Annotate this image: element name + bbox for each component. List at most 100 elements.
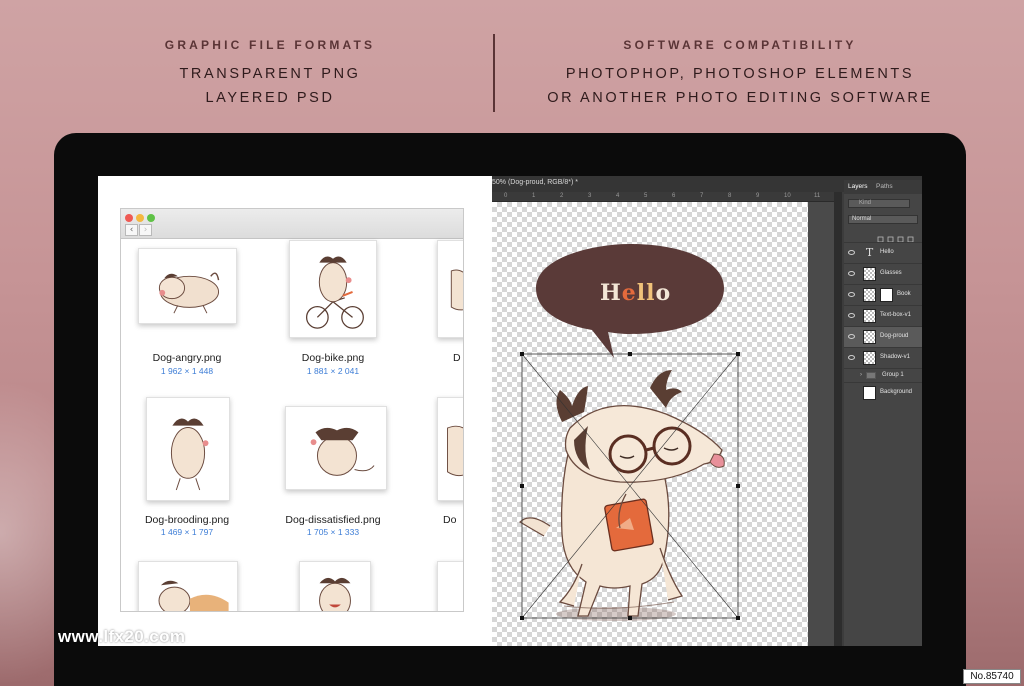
file-name: Dog-bike.png	[301, 352, 365, 364]
chevron-right-icon[interactable]: ›	[860, 372, 862, 378]
stock-number-badge: No.85740	[963, 669, 1021, 684]
layer-row-dog-proud[interactable]: Dog-proud	[844, 326, 922, 347]
chevron-left-icon: ‹	[129, 225, 134, 235]
dog-illustration-partial	[158, 580, 229, 611]
file-thumbnail-row3-3[interactable]	[437, 561, 463, 611]
eye-icon[interactable]	[848, 334, 855, 339]
graphic-formats-title: GRAPHIC FILE FORMATS	[164, 38, 376, 52]
software-line-2: OR ANOTHER PHOTO EDITING SOFTWARE	[547, 90, 933, 106]
layer-row-glasses[interactable]: Glasses	[844, 263, 922, 284]
dog-brooding-illustration	[170, 418, 209, 491]
layer-row-book[interactable]: Book	[844, 284, 922, 305]
layer-filter-label: Kind	[859, 200, 872, 206]
ruler-number: 10	[784, 193, 791, 199]
format-psd: LAYERED PSD	[205, 90, 335, 106]
folder-icon	[866, 372, 876, 379]
dog-proud-artwork: Hello	[519, 244, 740, 621]
back-button[interactable]: ‹	[125, 224, 138, 236]
speech-letter-h: H	[600, 280, 622, 306]
blend-mode-value: Normal	[852, 216, 872, 222]
file-dimensions: 1 962 × 1 448	[160, 366, 214, 376]
ruler-number: 8	[728, 193, 732, 199]
file-thumbnail-dog-angry[interactable]	[138, 248, 237, 324]
ruler-number: 5	[644, 193, 648, 199]
minimize-window-button[interactable]	[136, 214, 144, 222]
transparent-canvas[interactable]: Hello	[492, 202, 808, 646]
watermark: www.lfx20.com	[58, 627, 186, 646]
eye-icon[interactable]	[848, 355, 855, 360]
layer-name: Group 1	[882, 372, 904, 378]
layer-thumbnail	[863, 288, 876, 302]
ruler-number: 4	[616, 193, 620, 199]
close-window-button[interactable]	[125, 214, 133, 222]
speech-letter-e: e	[622, 280, 637, 306]
file-name: D	[453, 352, 461, 364]
layer-filter-input[interactable]: Kind	[848, 199, 910, 208]
lock-icons-row	[848, 229, 918, 243]
graphic-formats-section: GRAPHIC FILE FORMATS TRANSPARENT PNG LAY…	[130, 38, 410, 110]
software-compatibility-title: SOFTWARE COMPATIBILITY	[623, 38, 857, 52]
vertical-scrollbar[interactable]	[834, 192, 842, 646]
layer-name: Glasses	[880, 270, 902, 276]
speech-bubble-text: Hello	[600, 280, 671, 306]
file-thumbnail-dog-bike[interactable]	[289, 240, 377, 338]
file-name: Dog-dissatisfied.png	[285, 514, 381, 526]
ruler-number: 1	[532, 193, 536, 199]
software-line-1: PHOTOPHOP, PHOTOSHOP ELEMENTS	[565, 66, 915, 82]
zoom-window-button[interactable]	[147, 214, 155, 222]
layer-name: Book	[897, 291, 911, 297]
tab-paths[interactable]: Paths	[876, 183, 893, 190]
layer-row-shadow[interactable]: Shadow-v1	[844, 347, 922, 368]
eye-icon[interactable]	[848, 313, 855, 318]
speech-letter-ll: ll	[637, 280, 656, 306]
horizontal-ruler: 0 1 2 3 4 5 6 7 8 9 10 11	[492, 192, 834, 202]
layer-thumbnail	[863, 267, 876, 281]
file-thumbnail-dog-brooding[interactable]	[146, 397, 230, 501]
finder-window: ‹ › Dog-angry.png 1 962 × 1 448 Dog-bike…	[120, 208, 464, 612]
finder-pane: ‹ › Dog-angry.png 1 962 × 1 448 Dog-bike…	[98, 176, 492, 646]
monitor-screen: ‹ › Dog-angry.png 1 962 × 1 448 Dog-bike…	[98, 176, 922, 646]
ruler-number: 2	[560, 193, 564, 199]
layer-row-group-1[interactable]: › Group 1	[844, 368, 922, 382]
file-thumbnail-row3-2[interactable]	[299, 561, 371, 611]
dog-illustration-partial	[450, 269, 463, 311]
file-name: Dog-angry.png	[152, 352, 222, 364]
file-thumbnail-row3-1[interactable]	[138, 561, 238, 611]
ruler-number: 0	[504, 193, 508, 199]
forward-button[interactable]: ›	[139, 224, 152, 236]
layers-panel-tabs: Layers Paths	[844, 180, 922, 194]
ruler-number: 6	[672, 193, 676, 199]
file-dimensions: 1 469 × 1 797	[160, 527, 214, 537]
layer-row-hello[interactable]: T Hello	[844, 242, 922, 263]
ruler-number: 3	[588, 193, 592, 199]
tab-layers[interactable]: Layers	[848, 183, 868, 190]
file-name: Do	[443, 514, 457, 526]
dog-dissatisfied-illustration	[310, 427, 375, 476]
ruler-number: 11	[814, 193, 821, 199]
layer-row-text-box[interactable]: Text-box-v1	[844, 305, 922, 326]
layer-thumbnail	[863, 309, 876, 323]
dog-illustration-partial	[319, 577, 351, 611]
file-thumbnail-dog-dissatisfied[interactable]	[285, 406, 387, 490]
blend-mode-select[interactable]: Normal	[848, 215, 918, 224]
ruler-number: 7	[700, 193, 704, 199]
eye-icon[interactable]	[848, 292, 855, 297]
chevron-right-icon: ›	[143, 225, 148, 235]
file-dimensions: 1 705 × 1 333	[306, 527, 360, 537]
layer-mask-thumbnail	[880, 288, 893, 302]
file-dimensions: 1 881 × 2 041	[306, 366, 360, 376]
pasteboard	[808, 202, 834, 646]
finder-toolbar: ‹ ›	[121, 209, 463, 239]
dog-bike-illustration	[305, 256, 364, 329]
eye-icon[interactable]	[848, 271, 855, 276]
layer-thumbnail	[863, 330, 876, 344]
dog-illustration-partial	[447, 425, 463, 477]
layer-name: Hello	[880, 249, 894, 255]
photoshop-pane: 50% (Dog-proud, RGB/8*) * 0 1 2 3 4 5 6 …	[492, 176, 922, 646]
file-thumbnail-partial-2[interactable]	[437, 397, 463, 501]
software-compatibility-section: SOFTWARE COMPATIBILITY PHOTOPHOP, PHOTOS…	[540, 38, 940, 110]
eye-icon[interactable]	[848, 250, 855, 255]
layer-name: Text-box-v1	[880, 312, 912, 318]
file-thumbnail-partial-1[interactable]	[437, 240, 463, 338]
layer-row-background[interactable]: Background	[844, 382, 922, 403]
